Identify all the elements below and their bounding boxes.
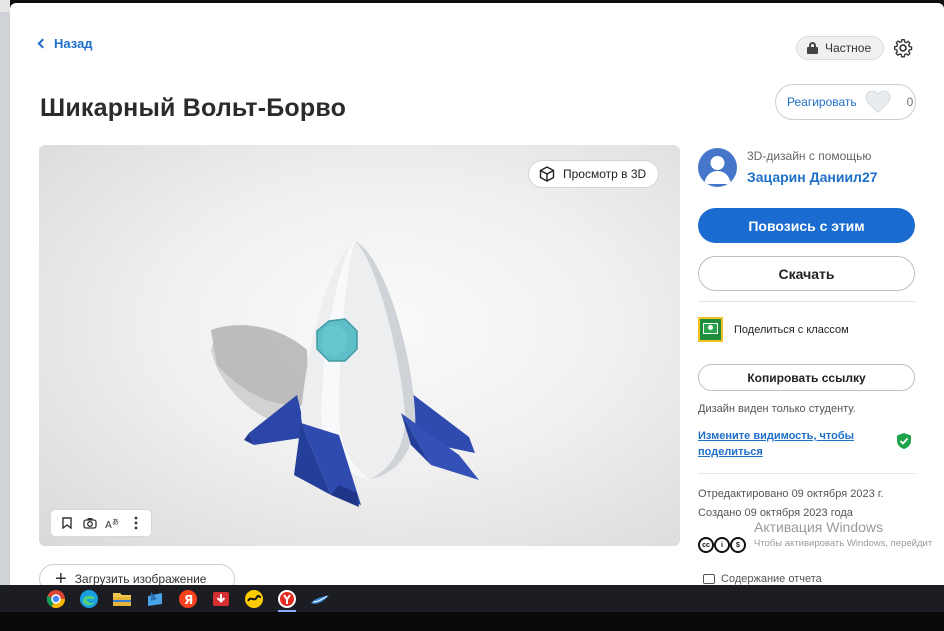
- windows-activation-subtitle: Чтобы активировать Windows, перейдит: [754, 538, 933, 549]
- upload-label: Загрузить изображение: [74, 572, 207, 585]
- pen-app-icon[interactable]: [308, 587, 332, 611]
- created-date: Создано 09 октября 2023 года: [698, 507, 853, 519]
- author-name-link[interactable]: Зацарин Даниил27: [747, 169, 878, 185]
- view-in-3d-button[interactable]: Просмотр в 3D: [528, 160, 660, 188]
- react-label: Реагировать: [787, 95, 857, 109]
- edge-icon[interactable]: [77, 587, 101, 611]
- report-content-link[interactable]: Содержание отчета: [703, 573, 822, 585]
- divider: [698, 473, 915, 474]
- change-visibility-link[interactable]: Измените видимость, чтобы поделиться: [698, 428, 873, 460]
- share-with-class-link[interactable]: Поделиться с классом: [698, 317, 849, 342]
- design-page: Назад Частное Шикарный Вольт-Борво Реаги…: [10, 3, 944, 585]
- report-label: Содержание отчета: [721, 573, 822, 585]
- shield-check-icon: [897, 433, 911, 449]
- heart-icon: [865, 90, 891, 113]
- yandex-icon[interactable]: Я: [176, 587, 200, 611]
- background-window-edge: [0, 0, 10, 585]
- taskbar: Я: [0, 585, 944, 612]
- file-explorer-icon[interactable]: [110, 587, 134, 611]
- avatar[interactable]: [698, 148, 737, 187]
- privacy-label: Частное: [825, 41, 872, 55]
- svg-text:Я: Я: [184, 593, 193, 607]
- cube-icon: [539, 166, 555, 182]
- upload-image-button[interactable]: + Загрузить изображение: [39, 564, 235, 585]
- camera-icon[interactable]: [82, 515, 98, 531]
- react-button[interactable]: Реагировать 0: [775, 84, 916, 120]
- tinker-this-button[interactable]: Повозись с этим: [698, 208, 915, 243]
- bookmark-icon[interactable]: [59, 515, 75, 531]
- visibility-note: Дизайн виден только студенту.: [698, 403, 856, 415]
- share-class-label: Поделиться с классом: [734, 323, 849, 336]
- edited-date: Отредактировано 09 октября 2023 г.: [698, 488, 884, 500]
- store-icon[interactable]: [143, 587, 167, 611]
- translate-icon[interactable]: Aあ: [105, 515, 121, 531]
- yandex-browser-icon[interactable]: [275, 587, 299, 612]
- design-preview[interactable]: Просмотр в 3D Aあ: [39, 145, 680, 546]
- divider: [698, 301, 915, 302]
- flag-icon: [703, 574, 715, 584]
- author-block: 3D-дизайн с помощью Зацарин Даниил27: [698, 146, 924, 188]
- privacy-badge[interactable]: Частное: [796, 36, 885, 60]
- google-classroom-icon: [698, 317, 723, 342]
- chrome-icon[interactable]: [44, 587, 68, 611]
- license-badge[interactable]: cc i $: [698, 537, 746, 553]
- author-caption: 3D-дизайн с помощью: [747, 149, 872, 163]
- react-count: 0: [906, 95, 914, 109]
- back-link[interactable]: Назад: [37, 36, 93, 51]
- svg-text:あ: あ: [112, 518, 119, 526]
- svg-text:A: A: [105, 520, 112, 530]
- back-label: Назад: [54, 36, 93, 51]
- windows-activation-title: Активация Windows: [754, 519, 884, 535]
- more-vertical-icon[interactable]: [128, 515, 144, 531]
- download-app-icon[interactable]: [209, 587, 233, 611]
- cc-icon: cc: [698, 537, 714, 553]
- noncommercial-icon: $: [730, 537, 746, 553]
- view-in-3d-label: Просмотр в 3D: [563, 167, 647, 181]
- rocket-model-image: [211, 241, 479, 507]
- download-button[interactable]: Скачать: [698, 256, 915, 291]
- chevron-left-icon: [37, 38, 48, 49]
- yandex-music-icon[interactable]: [242, 587, 266, 611]
- screen-bezel: [0, 612, 944, 631]
- lock-icon: [807, 42, 818, 54]
- page-title: Шикарный Вольт-Борво: [40, 94, 347, 122]
- plus-icon: +: [55, 568, 67, 585]
- copy-link-button[interactable]: Копировать ссылку: [698, 364, 915, 391]
- attribution-icon: i: [714, 537, 730, 553]
- viewer-toolbar: Aあ: [50, 509, 152, 537]
- gear-icon[interactable]: [893, 38, 913, 58]
